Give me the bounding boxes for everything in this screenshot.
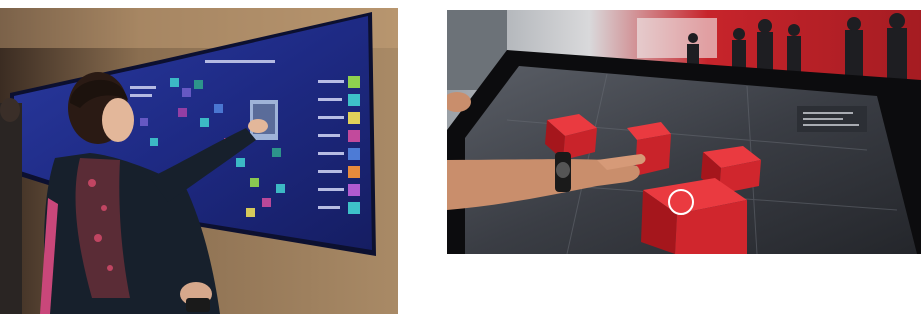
photo-touch-table-display: [447, 10, 921, 254]
photo-interactive-wall-display: [0, 8, 398, 314]
image-pair: [0, 0, 921, 314]
